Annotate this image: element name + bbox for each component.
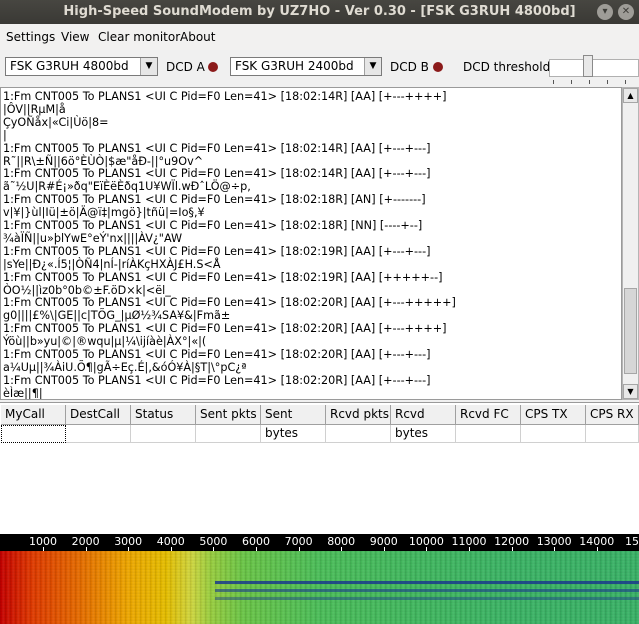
monitor-text-area[interactable]: 1:Fm CNT005 To PLANS1 <UI C Pid=F0 Len=4… (0, 87, 622, 400)
toolbar: FSK G3RUH 4800bd ▼ DCD A FSK G3RUH 2400b… (0, 50, 639, 86)
monitor-line: | (3, 128, 7, 142)
column-header[interactable]: Rcvd bytes (391, 405, 456, 440)
grid-cell[interactable] (326, 425, 391, 443)
monitor-line: g0||||£%\|GE||c|TÕG_|µØ½¾SA¥&|Fmã± (3, 309, 231, 323)
menu-clear-monitor[interactable]: Clear monitor (98, 30, 180, 44)
modem-a-select[interactable]: FSK G3RUH 4800bd ▼ (5, 57, 158, 76)
scroll-down-icon[interactable]: ▼ (623, 384, 638, 399)
column-header[interactable]: Status (131, 405, 196, 425)
title-bar: High-Speed SoundModem by UZ7HO - Ver 0.3… (0, 0, 639, 24)
dcd-threshold-handle[interactable] (583, 55, 593, 77)
monitor-line: 1:Fm CNT005 To PLANS1 <UI C Pid=F0 Len=4… (3, 322, 447, 336)
monitor-line: v|¥|}ùl|Iü|±ö|Ä@ï‡|mgö}|tñü|=Io§,¥ (3, 206, 205, 220)
dcd-threshold-label: DCD threshold (463, 60, 551, 74)
menu-view[interactable]: View (61, 30, 89, 44)
scrollbar-thumb[interactable] (624, 288, 637, 374)
dcd-a-label: DCD A (166, 60, 205, 74)
monitor-line: ¾àÏÑ||u»þlYwE°eÝ'nx||||ÀV¿"AW (3, 231, 183, 245)
grid-cell[interactable] (456, 425, 521, 443)
menu-about[interactable]: About (180, 30, 215, 44)
monitor-line: 1:Fm CNT005 To PLANS1 <UI C Pid=F0 Len=4… (3, 193, 426, 207)
monitor-line: 1:Fm CNT005 To PLANS1 <UI C Pid=F0 Len=4… (3, 348, 431, 361)
grid-cell[interactable] (391, 425, 456, 443)
dcd-b-label: DCD B (390, 60, 429, 74)
window-title: High-Speed SoundModem by UZ7HO - Ver 0.3… (63, 4, 576, 19)
monitor-line: 1:Fm CNT005 To PLANS1 <UI C Pid=F0 Len=4… (3, 296, 456, 310)
column-header[interactable]: MyCall (1, 405, 66, 425)
waterfall-display[interactable] (0, 551, 639, 624)
connections-grid: MyCall DestCall Status Sent pkts Sent bytes R… (0, 402, 639, 535)
grid-cell[interactable] (1, 425, 66, 443)
modem-a-value: FSK G3RUH 4800bd (10, 59, 129, 73)
column-header[interactable]: Sent pkts (196, 405, 261, 425)
monitor-line: R˜||R\±Ñ||6ö°ÈÙÒ|$æ"åÐ-||°u9Ov^ (3, 154, 204, 168)
monitor-line: 1:Fm CNT005 To PLANS1 <UI C Pid=F0 Len=4… (3, 219, 423, 232)
grid-cell[interactable] (196, 425, 261, 443)
waterfall-frequency-scale: 1000 2000 3000 4000 5000 6000 7000 8000 9000 1000… (0, 534, 639, 551)
monitor-line: Ýöù||b»yu|©|®wqu|µ|¼\ijíàè|ÀX°|«|( (3, 335, 207, 349)
monitor-line: 1:Fm CNT005 To PLANS1 <UI C Pid=F0 Len=4… (3, 373, 431, 387)
column-header[interactable]: DestCall (66, 405, 131, 425)
grid-cell[interactable] (131, 425, 196, 443)
grid-cell[interactable] (261, 425, 326, 443)
slider-ticks (549, 80, 639, 85)
menu-bar: Settings View Clear monitor About (0, 24, 639, 50)
monitor-line: |ÔV||RµM|å (3, 102, 66, 116)
grid-cell[interactable] (66, 425, 131, 443)
dcd-b-led-icon (433, 62, 443, 72)
dcd-threshold-slider[interactable] (549, 59, 639, 77)
monitor-line: 1:Fm CNT005 To PLANS1 <UI C Pid=F0 Len=4… (3, 141, 431, 155)
menu-settings[interactable]: Settings (6, 30, 55, 44)
monitor-line: ã˜½U|R#É¡»ðq"EïÈëÈðq1U¥WÏl.wÐˆLÖ@÷p, (3, 180, 251, 194)
dcd-a-led-icon (208, 62, 218, 72)
monitor-line: 1:Fm CNT005 To PLANS1 <UI C Pid=F0 Len=4… (3, 90, 447, 103)
modem-b-value: FSK G3RUH 2400bd (235, 59, 354, 73)
chevron-down-icon[interactable]: ▼ (140, 58, 157, 75)
monitor-line: 1:Fm CNT005 To PLANS1 <UI C Pid=F0 Len=4… (3, 167, 431, 181)
monitor-line: èÌæ||¶| (3, 386, 43, 400)
close-icon[interactable]: ✕ (618, 4, 634, 20)
grid-cell[interactable] (586, 425, 639, 443)
frequency-label: 15 (625, 535, 639, 548)
monitor-line: ÒO½||ìz0b°0b©±F.öD×k|<ël_ (3, 283, 171, 297)
chevron-down-icon[interactable]: ▼ (364, 58, 381, 75)
modem-b-select[interactable]: FSK G3RUH 2400bd ▼ (230, 57, 382, 76)
column-header[interactable]: Rcvd FC (456, 405, 521, 425)
minimize-icon[interactable]: ▾ (597, 4, 613, 20)
monitor-line: 1:Fm CNT005 To PLANS1 <UI C Pid=F0 Len=4… (3, 270, 443, 284)
grid-cell[interactable] (521, 425, 586, 443)
column-header[interactable]: CPS TX (521, 405, 586, 425)
monitor-scrollbar[interactable]: ▲ ▼ (622, 87, 639, 400)
scroll-up-icon[interactable]: ▲ (623, 88, 638, 103)
monitor-line: a¼Uµ||¾ÀiU.Õ¶|gÃ÷Eç.É|,&óÓ¥À|§T|\°pC¿ª (3, 360, 247, 374)
column-header[interactable]: Sent bytes (261, 405, 326, 440)
column-header[interactable]: CPS RX (586, 405, 639, 425)
monitor-line: 1:Fm CNT005 To PLANS1 <UI C Pid=F0 Len=4… (3, 244, 431, 258)
column-header[interactable]: Rcvd pkts (326, 405, 391, 425)
monitor-line: ÇyOÑåx|«Ci|Ùö|8= (3, 115, 109, 129)
monitor-line: |sYe||Ð¿«.Í5¦|ÒÑ4|nÍ-|ríÀKçHXÀJ£H.S<Å (3, 257, 221, 271)
